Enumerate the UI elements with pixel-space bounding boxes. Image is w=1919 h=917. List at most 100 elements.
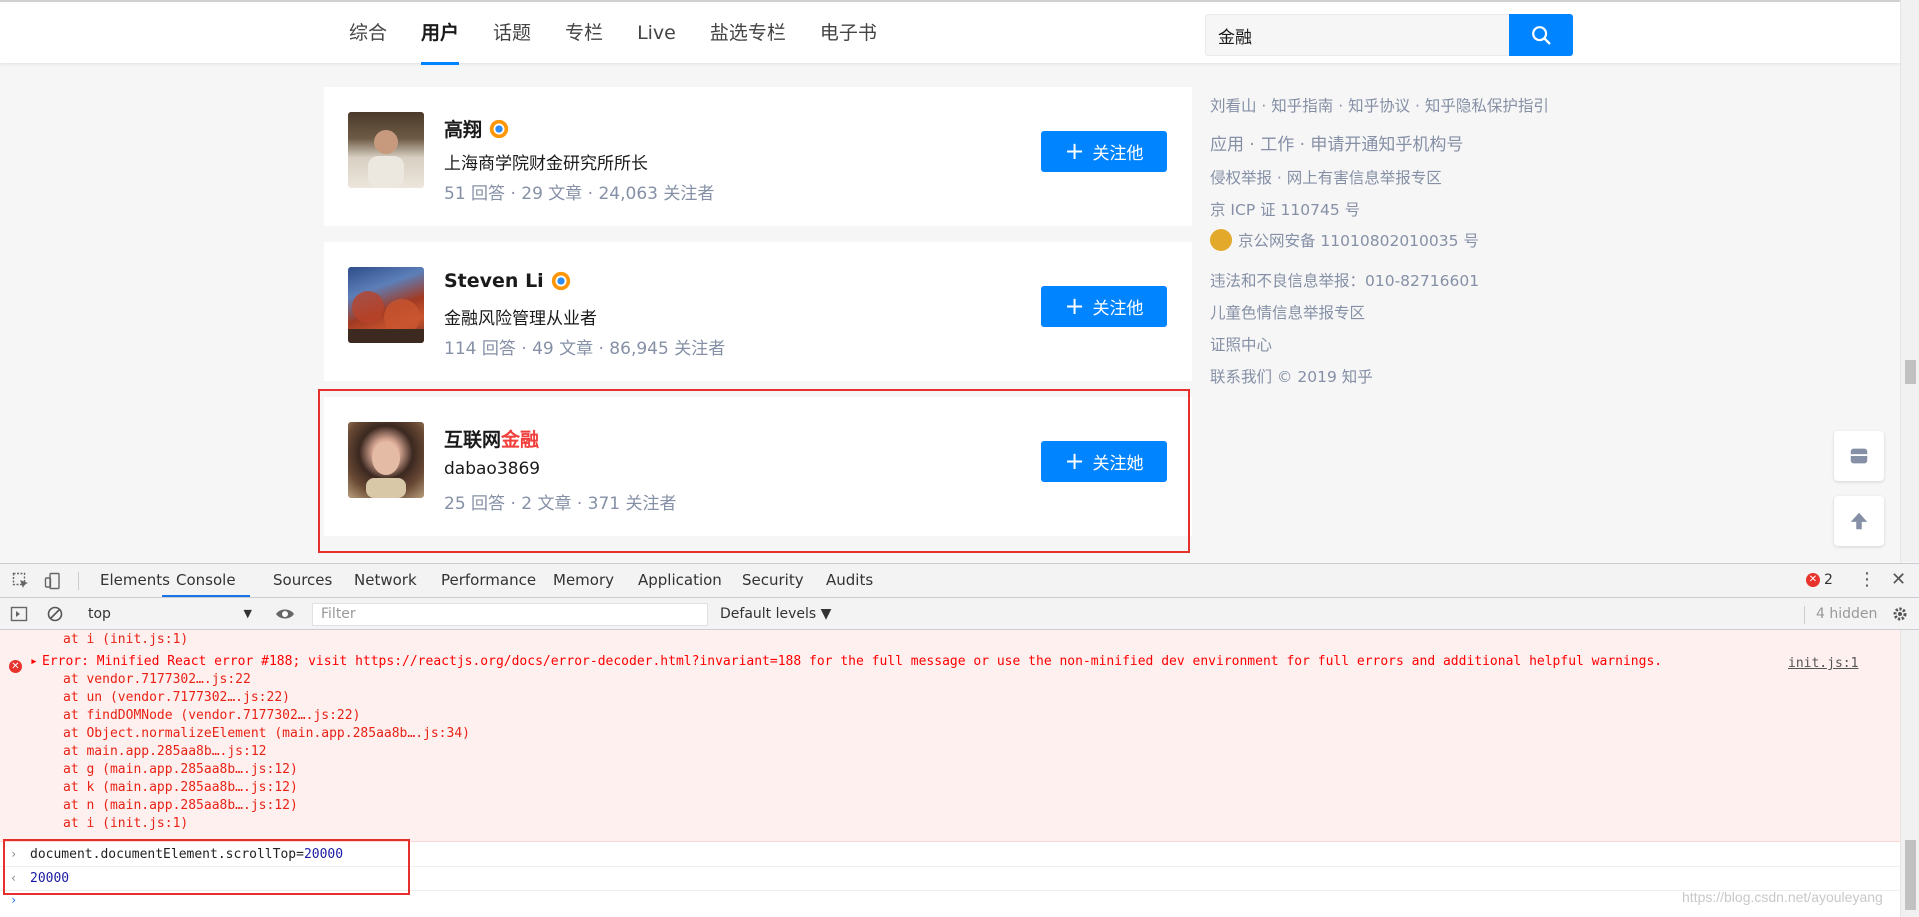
avatar-image: [348, 291, 424, 343]
error-counter[interactable]: ✕ 2: [1806, 572, 1833, 588]
footer-line[interactable]: 京 ICP 证 110745 号: [1210, 198, 1360, 220]
settings-gear-icon[interactable]: [1891, 605, 1909, 623]
close-icon[interactable]: ✕: [1891, 569, 1906, 591]
avatar-image: [368, 130, 404, 188]
log-levels-dropdown[interactable]: Default levels ▼: [720, 603, 831, 625]
more-options-icon[interactable]: ⋮: [1858, 570, 1876, 590]
top-navbar: 综合 用户 话题 专栏 Live 盐选专栏 电子书: [0, 0, 1900, 65]
filter-input[interactable]: Filter: [312, 603, 708, 626]
tab-memory[interactable]: Memory: [553, 564, 614, 597]
user-stats: 51 回答 · 29 文章 · 24,063 关注者: [444, 184, 715, 204]
inspect-element-icon[interactable]: [12, 572, 30, 590]
tab-security[interactable]: Security: [742, 564, 804, 597]
tab-console[interactable]: Console: [162, 564, 250, 597]
tab-sources[interactable]: Sources: [273, 564, 332, 597]
plus-icon: +: [1064, 291, 1085, 320]
user-card: 高翔 上海商学院财金研究所所长 51 回答 · 29 文章 · 24,063 关…: [324, 87, 1192, 226]
user-headline: 上海商学院财金研究所所长: [444, 154, 648, 174]
stack-frame[interactable]: at main.app.285aa8b….js:12: [63, 744, 267, 759]
footer-line[interactable]: 违法和不良信息举报：010-82716601: [1210, 269, 1479, 291]
page-scrollbar[interactable]: [1900, 0, 1919, 562]
stack-frame[interactable]: at un (vendor.7177302….js:22): [63, 690, 290, 705]
tab-live[interactable]: Live: [620, 2, 693, 65]
tab-audits[interactable]: Audits: [826, 564, 873, 597]
error-source-link[interactable]: init.js:1: [1788, 656, 1858, 671]
footer-line[interactable]: 刘看山 · 知乎指南 · 知乎协议 · 知乎隐私保护指引: [1210, 94, 1549, 116]
context-value: top: [88, 606, 111, 622]
annotation-box: [3, 839, 410, 895]
footer-line[interactable]: 侵权举报 · 网上有害信息举报专区: [1210, 166, 1442, 188]
follow-button[interactable]: + 关注他: [1041, 131, 1167, 172]
plus-icon: +: [1064, 136, 1085, 165]
console-toolbar: top ▼ Filter Default levels ▼ 4 hidden: [0, 598, 1919, 630]
follow-label: 关注他: [1092, 144, 1144, 164]
user-card: Steven Li 金融风险管理从业者 114 回答 · 49 文章 · 86,…: [324, 242, 1192, 381]
stack-frame[interactable]: at findDOMNode (vendor.7177302….js:22): [63, 708, 360, 723]
user-headline: 金融风险管理从业者: [444, 309, 597, 329]
stack-frame[interactable]: at vendor.7177302….js:22: [63, 672, 251, 687]
expand-triangle-icon[interactable]: ▸: [30, 654, 38, 669]
verified-badge-icon: [489, 119, 509, 138]
stack-frame[interactable]: at i (init.js:1): [63, 816, 188, 831]
search-bar: [1205, 14, 1573, 56]
footer-line[interactable]: 证照中心: [1210, 333, 1272, 355]
search-button[interactable]: [1509, 14, 1573, 56]
footer-line[interactable]: 联系我们 © 2019 知乎: [1210, 365, 1373, 387]
stack-frame[interactable]: at Object.normalizeElement (main.app.285…: [63, 726, 470, 741]
search-type-tabs: 综合 用户 话题 专栏 Live 盐选专栏 电子书: [332, 2, 894, 65]
tab-application[interactable]: Application: [638, 564, 722, 597]
hidden-count: 4 hidden: [1816, 606, 1878, 622]
caret-down-icon: ▼: [243, 607, 252, 620]
annotation-box: [318, 389, 1190, 553]
user-name-text: 高翔: [444, 119, 483, 141]
watermark: https://blog.csdn.net/ayouleyang: [1682, 889, 1883, 905]
tab-salt-columns[interactable]: 盐选专栏: [693, 2, 803, 65]
feedback-button[interactable]: [1834, 431, 1884, 481]
tab-ebooks[interactable]: 电子书: [803, 2, 894, 65]
user-name[interactable]: 高翔: [444, 115, 510, 142]
follow-button[interactable]: + 关注他: [1041, 286, 1167, 327]
device-toolbar-icon[interactable]: [44, 572, 62, 590]
error-message: Error: Minified React error #188; visit …: [42, 654, 1663, 669]
clear-console-icon[interactable]: [46, 605, 64, 623]
console-scrollbar[interactable]: [1900, 630, 1919, 917]
stack-frame[interactable]: at k (main.app.285aa8b….js:12): [63, 780, 298, 795]
stack-frame[interactable]: at n (main.app.285aa8b….js:12): [63, 798, 298, 813]
tab-users[interactable]: 用户: [404, 2, 476, 65]
error-icon: ✕: [1806, 573, 1820, 587]
user-name-text: Steven Li: [444, 270, 544, 292]
eye-icon[interactable]: [275, 605, 295, 623]
message-box-icon: [1850, 448, 1868, 464]
footer-line-text: 京公网安备 11010802010035 号: [1238, 232, 1479, 250]
devtools-tabbar: Elements Console Sources Network Perform…: [0, 564, 1919, 598]
tab-columns[interactable]: 专栏: [548, 2, 620, 65]
divider: [1804, 606, 1805, 624]
tab-general[interactable]: 综合: [332, 2, 404, 65]
police-badge-icon: [1210, 228, 1232, 251]
tab-performance[interactable]: Performance: [441, 564, 536, 597]
error-icon: ✕: [9, 660, 22, 673]
context-select[interactable]: top ▼: [88, 603, 256, 625]
user-name[interactable]: Steven Li: [444, 270, 572, 292]
follow-label: 关注他: [1092, 299, 1144, 319]
chevron-right-icon: ›: [10, 893, 18, 907]
avatar[interactable]: [348, 112, 424, 188]
sidebar-toggle-icon[interactable]: [10, 605, 28, 623]
footer-line[interactable]: 儿童色情信息举报专区: [1210, 301, 1365, 323]
error-count: 2: [1824, 572, 1833, 588]
user-stats: 114 回答 · 49 文章 · 86,945 关注者: [444, 339, 726, 359]
stack-frame[interactable]: at i (init.js:1): [63, 632, 188, 647]
search-input[interactable]: [1205, 14, 1509, 56]
page-scrollbar-thumb[interactable]: [1905, 360, 1916, 384]
back-to-top-button[interactable]: [1834, 496, 1884, 546]
verified-badge-icon: [551, 271, 570, 291]
avatar[interactable]: [348, 267, 424, 343]
stack-frame[interactable]: at g (main.app.285aa8b….js:12): [63, 762, 298, 777]
tab-network[interactable]: Network: [354, 564, 417, 597]
tab-topics[interactable]: 话题: [476, 2, 548, 65]
footer-line[interactable]: 京公网安备 11010802010035 号: [1210, 228, 1479, 253]
tab-elements[interactable]: Elements: [100, 564, 170, 597]
divider: [78, 572, 79, 590]
footer-line[interactable]: 应用 · 工作 · 申请开通知乎机构号: [1210, 130, 1463, 155]
console-scrollbar-thumb[interactable]: [1905, 840, 1916, 910]
